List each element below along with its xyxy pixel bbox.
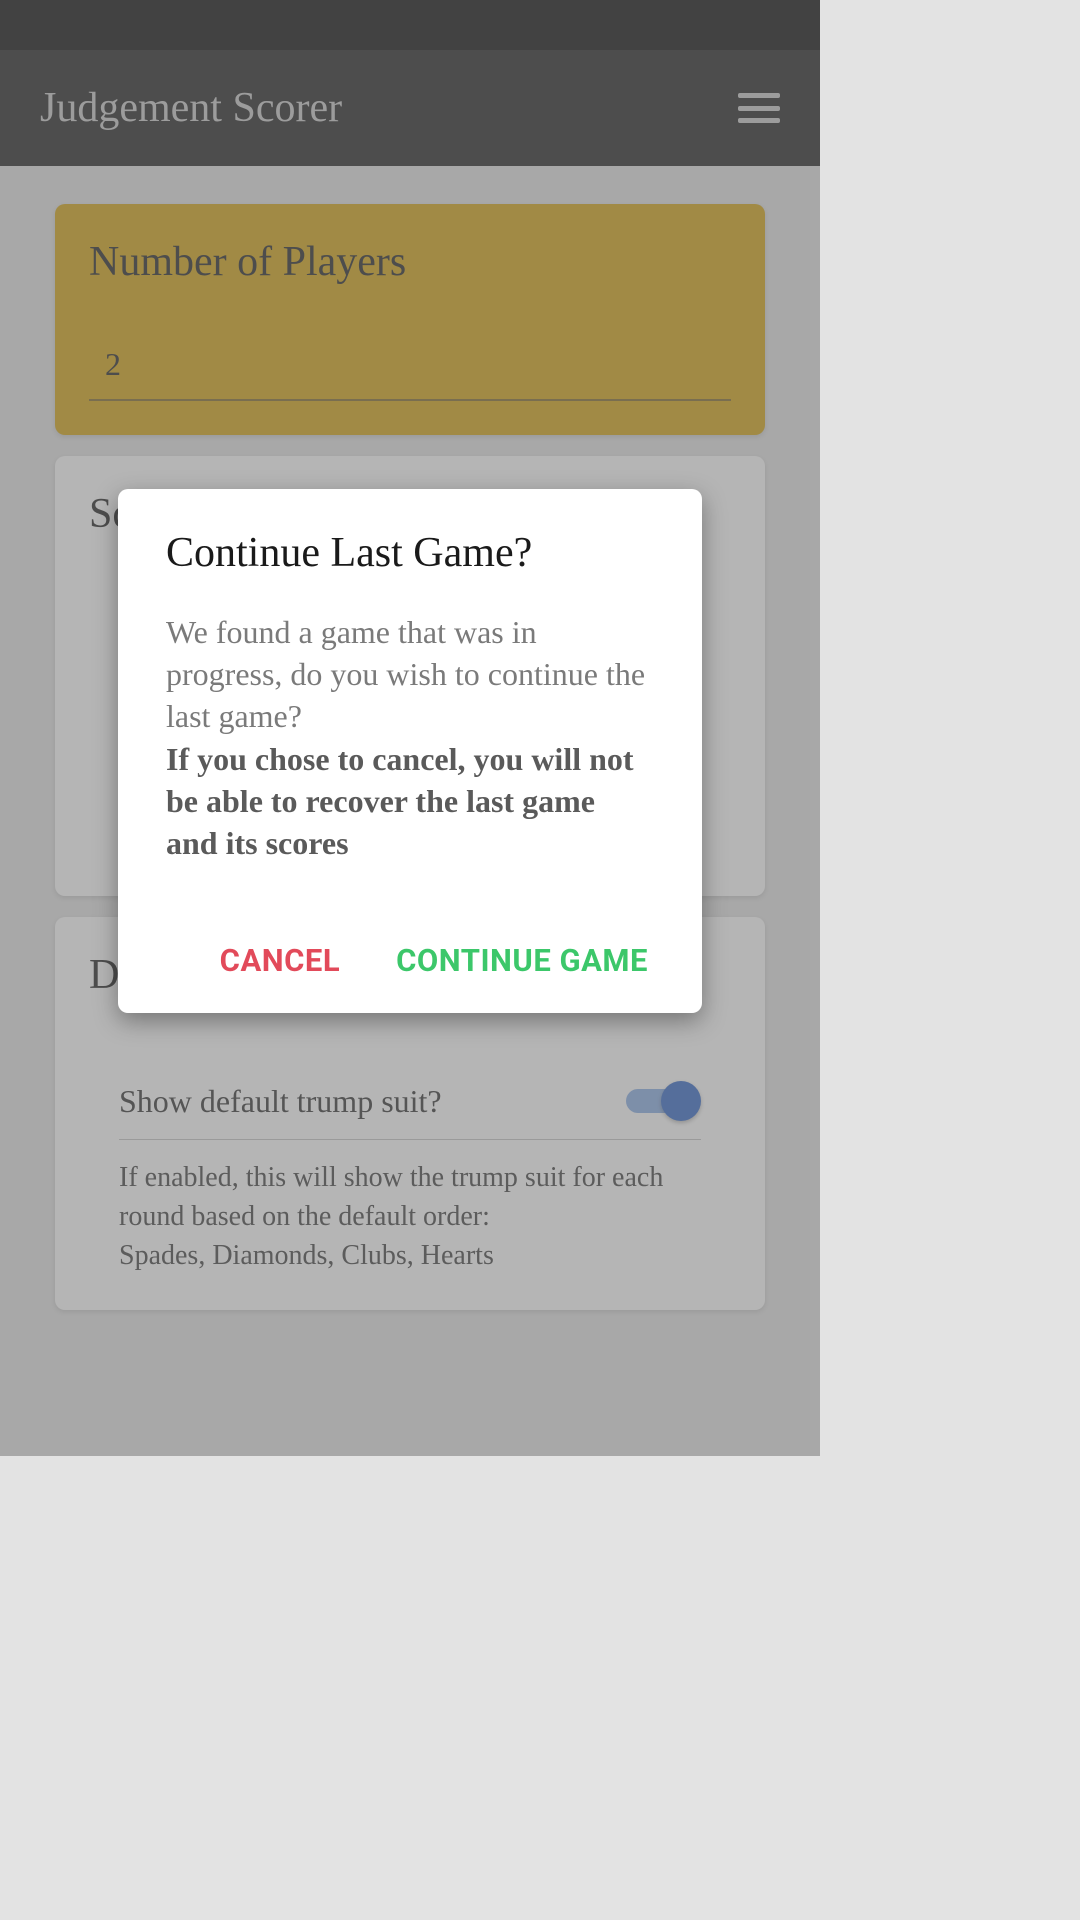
dialog-actions: CANCEL CONTINUE GAME — [166, 936, 654, 985]
continue-game-dialog: Continue Last Game? We found a game that… — [118, 489, 702, 1013]
cancel-button[interactable]: CANCEL — [220, 936, 340, 985]
dialog-body: We found a game that was in progress, do… — [166, 611, 654, 738]
modal-scrim[interactable]: Continue Last Game? We found a game that… — [0, 0, 820, 1456]
continue-game-button[interactable]: CONTINUE GAME — [396, 936, 648, 985]
dialog-body-warning: If you chose to cancel, you will not be … — [166, 738, 654, 865]
dialog-title: Continue Last Game? — [166, 529, 654, 577]
